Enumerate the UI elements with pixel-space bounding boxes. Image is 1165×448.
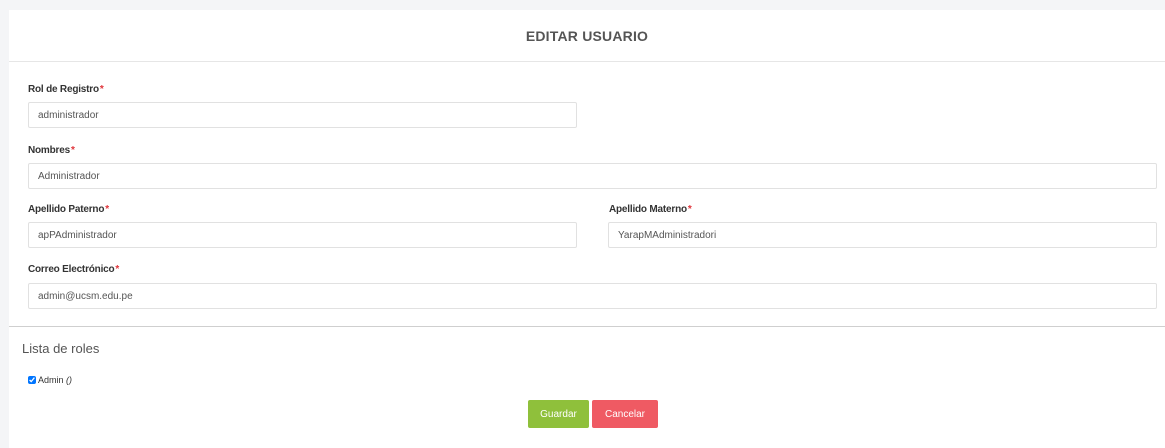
role-checkbox-admin[interactable] bbox=[28, 376, 36, 384]
apellido-materno-label: Apellido Materno* bbox=[609, 204, 692, 215]
required-mark: * bbox=[105, 204, 109, 215]
role-suffix: () bbox=[66, 375, 73, 385]
edit-user-card: EDITAR USUARIO Rol de Registro* Nombres*… bbox=[9, 10, 1165, 448]
role-item-admin[interactable]: Admin () bbox=[28, 375, 72, 385]
card-header: EDITAR USUARIO bbox=[9, 10, 1165, 62]
required-mark: * bbox=[687, 204, 692, 215]
required-mark: * bbox=[70, 145, 75, 156]
rol-label-text: Rol de Registro bbox=[28, 84, 99, 95]
apellido-paterno-input[interactable] bbox=[28, 222, 577, 248]
correo-label-text: Correo Electrónico bbox=[28, 264, 115, 275]
save-button[interactable]: Guardar bbox=[528, 400, 589, 428]
nombres-input[interactable] bbox=[28, 163, 1157, 189]
apellido-paterno-label: Apellido Paterno* bbox=[28, 204, 109, 215]
roles-section-title: Lista de roles bbox=[22, 341, 100, 356]
page-title: EDITAR USUARIO bbox=[525, 27, 649, 44]
correo-label: Correo Electrónico* bbox=[28, 264, 119, 275]
apellido-paterno-label-text: Apellido Paterno bbox=[28, 204, 105, 215]
nombres-label: Nombres* bbox=[28, 145, 75, 156]
cancel-button[interactable]: Cancelar bbox=[592, 400, 658, 428]
nombres-label-text: Nombres bbox=[28, 145, 70, 156]
apellido-materno-input[interactable] bbox=[608, 222, 1157, 248]
rol-label: Rol de Registro* bbox=[28, 84, 104, 95]
apellido-materno-label-text: Apellido Materno bbox=[609, 204, 687, 215]
correo-input[interactable] bbox=[28, 283, 1157, 309]
divider bbox=[9, 326, 1165, 327]
role-label: Admin bbox=[38, 375, 64, 385]
required-mark: * bbox=[99, 84, 104, 95]
rol-input[interactable] bbox=[28, 102, 577, 128]
required-mark: * bbox=[115, 264, 120, 275]
